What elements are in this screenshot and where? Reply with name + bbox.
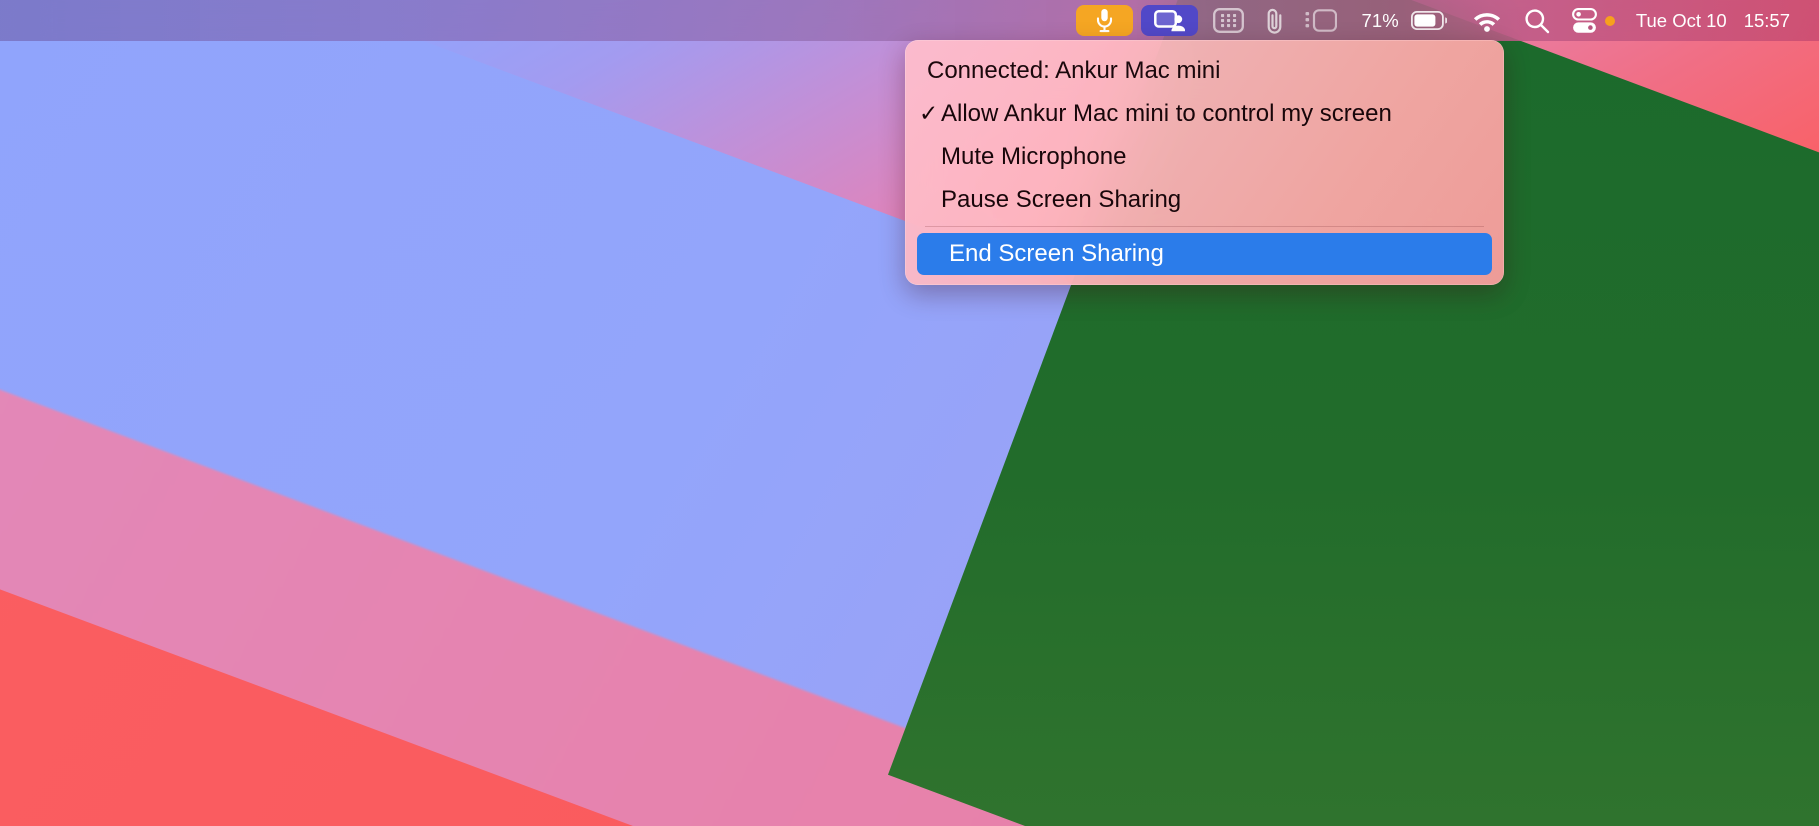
status-item-spotlight-search[interactable] [1513, 0, 1561, 41]
menu-divider [925, 226, 1484, 227]
stage-manager-icon [1305, 9, 1337, 32]
recording-indicator-dot [1601, 0, 1627, 41]
search-icon [1524, 8, 1550, 34]
menu-item-label: Mute Microphone [941, 142, 1127, 170]
menu-item-mute-microphone[interactable]: Mute Microphone [905, 135, 1504, 178]
status-item-battery[interactable]: 71% [1348, 0, 1405, 41]
menu-bar: 71% Tue Oct 10 15:57 [0, 0, 1819, 41]
menu-item-label: Pause Screen Sharing [941, 185, 1182, 213]
status-item-wifi[interactable] [1461, 0, 1513, 41]
screen-share-icon [1153, 9, 1185, 32]
status-item-attachments[interactable] [1255, 0, 1294, 41]
menu-item-pause-screen-sharing[interactable]: Pause Screen Sharing [905, 178, 1504, 221]
paperclip-icon [1266, 7, 1283, 34]
menu-header-connected-device: Connected: Ankur Mac mini [905, 49, 1504, 92]
status-item-microphone-active[interactable] [1075, 5, 1133, 36]
connected-device-label: Connected: Ankur Mac mini [927, 56, 1221, 84]
status-item-screen-sharing-active[interactable] [1140, 5, 1198, 36]
menu-item-label: Allow Ankur Mac mini to control my scree… [941, 99, 1392, 127]
screen-sharing-dropdown-menu: Connected: Ankur Mac mini ✓ Allow Ankur … [905, 40, 1504, 285]
menu-bar-clock[interactable]: Tue Oct 10 15:57 [1627, 0, 1801, 41]
battery-indicator[interactable] [1405, 0, 1461, 41]
menu-item-end-screen-sharing[interactable]: End Screen Sharing [917, 233, 1492, 275]
checkmark-icon: ✓ [919, 100, 939, 126]
battery-percentage: 71% [1361, 9, 1399, 31]
clock-time: 15:57 [1743, 9, 1790, 31]
status-item-control-center[interactable] [1561, 0, 1601, 41]
orange-dot-icon [1604, 15, 1615, 26]
battery-icon [1410, 11, 1447, 30]
wifi-icon [1472, 10, 1502, 32]
menu-item-label: End Screen Sharing [949, 240, 1164, 267]
clock-date: Tue Oct 10 [1635, 9, 1727, 31]
status-item-stage-manager[interactable] [1294, 0, 1348, 41]
keyboard-icon [1212, 8, 1244, 33]
menu-bar-status-items: 71% Tue Oct 10 15:57 [1072, 0, 1819, 41]
control-center-icon [1571, 7, 1597, 34]
status-item-keyboard-viewer[interactable] [1202, 0, 1255, 41]
menu-item-allow-control[interactable]: ✓ Allow Ankur Mac mini to control my scr… [905, 92, 1504, 135]
microphone-icon [1096, 8, 1113, 33]
